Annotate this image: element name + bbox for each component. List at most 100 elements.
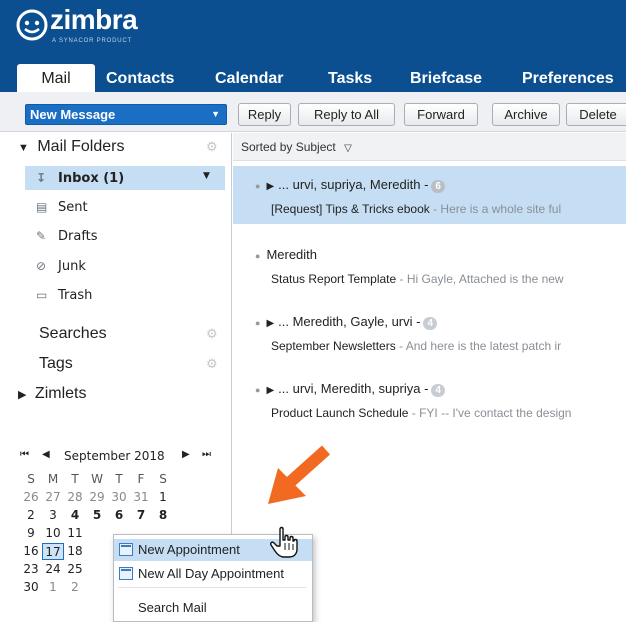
- next-year-icon[interactable]: ⏭: [202, 449, 211, 460]
- conversation-subject-line: September Newsletters - And here is the …: [271, 339, 561, 353]
- expand-arrow-icon[interactable]: ▶: [266, 318, 274, 329]
- conversation-row[interactable]: ● Meredith Status Report Template - Hi Ga…: [233, 236, 626, 294]
- expand-arrow-icon[interactable]: ▶: [266, 385, 274, 396]
- sort-triangle-icon[interactable]: ▽: [344, 143, 352, 154]
- calendar-day[interactable]: 10: [42, 525, 64, 542]
- folder-trash[interactable]: ▭ Trash: [36, 285, 92, 305]
- tab-tasks[interactable]: Tasks: [328, 64, 372, 92]
- new-message-button[interactable]: New Message ▼: [25, 104, 227, 125]
- forward-button[interactable]: Forward: [404, 103, 478, 126]
- calendar-icon: [119, 543, 133, 556]
- conversation-participants: ... urvi, supriya, Meredith -: [278, 177, 429, 192]
- mini-calendar: ⏮ ◀ September 2018 ▶ ⏭ S M T W T F S 26 27 28 29 30…: [20, 449, 228, 594]
- collapse-triangle-icon[interactable]: ▼: [18, 142, 29, 154]
- calendar-day[interactable]: 23: [20, 561, 42, 578]
- unread-dot-icon[interactable]: ●: [255, 385, 260, 395]
- folder-junk[interactable]: ⊘ Junk: [36, 256, 86, 276]
- folder-trash-label: Trash: [58, 288, 93, 303]
- calendar-day[interactable]: 26: [20, 489, 42, 506]
- calendar-day[interactable]: 1: [152, 489, 174, 506]
- calendar-day[interactable]: 16: [20, 543, 42, 560]
- weekday-header: S: [27, 472, 35, 486]
- inbox-chevron-down-icon[interactable]: ▼: [203, 171, 210, 181]
- calendar-day[interactable]: 25: [64, 561, 86, 578]
- weekday-header: S: [159, 472, 167, 486]
- app-header: zimbra A SYNACOR PRODUCT: [0, 0, 626, 64]
- brand-tagline: A SYNACOR PRODUCT: [52, 38, 132, 44]
- reply-all-button[interactable]: Reply to All: [298, 103, 395, 126]
- calendar-day[interactable]: 4: [64, 507, 86, 524]
- calendar-day[interactable]: 11: [64, 525, 86, 542]
- archive-button[interactable]: Archive: [492, 103, 560, 126]
- calendar-month-label[interactable]: September 2018: [64, 449, 165, 463]
- calendar-day[interactable]: 30: [108, 489, 130, 506]
- unread-dot-icon[interactable]: ●: [255, 181, 260, 191]
- prev-month-icon[interactable]: ◀: [42, 449, 50, 460]
- calendar-day[interactable]: 1: [42, 579, 64, 596]
- calendar-day[interactable]: 30: [20, 579, 42, 596]
- brand-name: zimbra: [50, 4, 138, 35]
- calendar-day[interactable]: 2: [20, 507, 42, 524]
- tab-preferences[interactable]: Preferences: [522, 64, 614, 92]
- tab-calendar[interactable]: Calendar: [215, 64, 283, 92]
- calendar-day[interactable]: 5: [86, 507, 108, 524]
- tab-mail[interactable]: Mail: [17, 64, 95, 92]
- sort-bar[interactable]: Sorted by Subject ▽: [233, 133, 626, 161]
- tags-gear-icon[interactable]: ⚙: [206, 357, 218, 372]
- conversation-participants: ... urvi, Meredith, supriya -: [278, 381, 429, 396]
- tab-briefcase[interactable]: Briefcase: [410, 64, 482, 92]
- message-count-badge: 6: [431, 180, 445, 193]
- calendar-day[interactable]: 2: [64, 579, 86, 596]
- expand-arrow-icon[interactable]: ▶: [266, 181, 274, 192]
- searches-gear-icon[interactable]: ⚙: [206, 327, 218, 342]
- conversation-row[interactable]: ● ▶ ... urvi, Meredith, supriya -4 Product…: [233, 370, 626, 428]
- calendar-day[interactable]: 8: [152, 507, 174, 524]
- zimlets-header[interactable]: ▶ Zimlets: [18, 385, 86, 403]
- prev-year-icon[interactable]: ⏮: [20, 449, 29, 460]
- chevron-down-icon[interactable]: ▼: [211, 105, 220, 124]
- conversation-subject: [Request] Tips & Tricks ebook: [271, 202, 430, 216]
- folder-drafts-label: Drafts: [58, 229, 98, 244]
- delete-button[interactable]: Delete: [566, 103, 626, 126]
- conversation-from-line: ● Meredith: [255, 247, 317, 262]
- expand-triangle-icon[interactable]: ▶: [18, 389, 26, 401]
- reply-button[interactable]: Reply: [238, 103, 291, 126]
- menu-item-search-mail[interactable]: Search Mail: [114, 597, 312, 619]
- menu-item-label: Search Mail: [138, 600, 207, 615]
- app-tabs: Mail Contacts Calendar Tasks Briefcase P…: [0, 64, 626, 92]
- conversation-row[interactable]: ● ▶ ... urvi, supriya, Meredith -6 [Reques…: [233, 166, 626, 224]
- trash-icon: ▭: [36, 288, 48, 302]
- hand-cursor-icon: [270, 526, 298, 558]
- calendar-day[interactable]: 3: [42, 507, 64, 524]
- unread-dot-icon[interactable]: ●: [255, 251, 260, 261]
- folder-inbox[interactable]: ↧ Inbox (1): [36, 168, 124, 188]
- calendar-day[interactable]: 28: [64, 489, 86, 506]
- calendar-day[interactable]: 9: [20, 525, 42, 542]
- tags-header[interactable]: Tags: [39, 355, 73, 373]
- calendar-day[interactable]: 24: [42, 561, 64, 578]
- calendar-day[interactable]: 18: [64, 543, 86, 560]
- conversation-participants: Meredith: [266, 247, 318, 262]
- calendar-day[interactable]: 6: [108, 507, 130, 524]
- calendar-day[interactable]: 27: [42, 489, 64, 506]
- menu-divider: [118, 587, 306, 588]
- calendar-day[interactable]: 31: [130, 489, 152, 506]
- menu-item-new-all-day-appointment[interactable]: New All Day Appointment: [114, 563, 312, 585]
- unread-dot-icon[interactable]: ●: [255, 318, 260, 328]
- searches-header[interactable]: Searches: [39, 325, 107, 343]
- inbox-icon: ↧: [36, 171, 47, 185]
- gear-icon[interactable]: ⚙: [206, 140, 218, 155]
- calendar-day[interactable]: 29: [86, 489, 108, 506]
- zimbra-logo-icon[interactable]: [14, 7, 54, 47]
- next-month-icon[interactable]: ▶: [182, 449, 190, 460]
- tab-contacts[interactable]: Contacts: [106, 64, 174, 92]
- folder-drafts[interactable]: ✎ Drafts: [36, 226, 98, 246]
- annotation-arrow-icon: [268, 445, 331, 504]
- calendar-day[interactable]: 7: [130, 507, 152, 524]
- mail-folders-header[interactable]: ▼ Mail Folders: [18, 138, 124, 156]
- conversation-snippet: - Here is a whole site ful: [429, 202, 562, 216]
- conversation-from-line: ● ▶ ... urvi, supriya, Meredith -6: [255, 177, 445, 193]
- calendar-day[interactable]: 17: [42, 543, 64, 560]
- folder-sent[interactable]: ▤ Sent: [36, 197, 88, 217]
- conversation-row[interactable]: ● ▶ ... Meredith, Gayle, urvi -4 September…: [233, 303, 626, 361]
